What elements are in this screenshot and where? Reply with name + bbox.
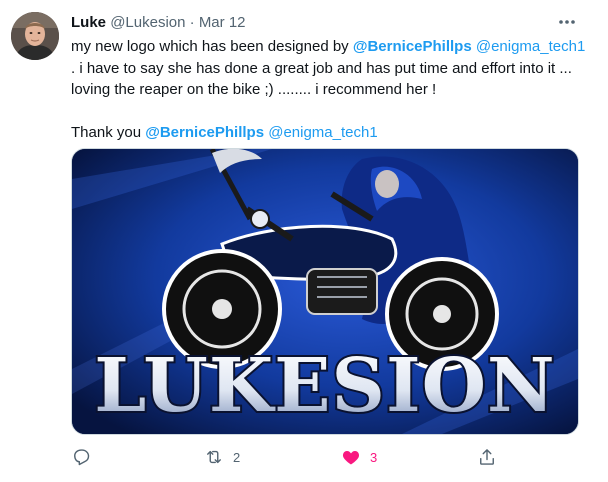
reply-button[interactable] <box>71 444 100 470</box>
author-handle[interactable]: @Lukesion <box>110 14 185 31</box>
tweet-media-image[interactable]: LUKESION <box>71 148 579 435</box>
tweet-text-line-1: my new logo which has been designed by @… <box>71 36 591 58</box>
like-icon <box>342 451 360 465</box>
reply-icon <box>74 449 90 466</box>
author-name[interactable]: Luke <box>71 14 106 31</box>
like-button[interactable]: 3 <box>341 444 377 470</box>
tweet-text: my new logo which has been designed by @… <box>71 36 591 144</box>
logo-text: LUKESION <box>94 343 555 429</box>
retweet-count: 2 <box>233 449 241 465</box>
separator-dot: · <box>189 14 195 31</box>
mention-link[interactable]: @BernicePhillps <box>353 38 472 55</box>
retweet-button[interactable]: 2 <box>204 444 240 470</box>
tweet-text-line-5: Thank you @BernicePhillps @enigma_tech1 <box>71 122 591 144</box>
tweet-actions: 2 3 <box>71 444 501 470</box>
text-segment: Thank you <box>71 124 146 141</box>
tweet[interactable]: Luke @Lukesion · Mar 12 my new logo whic… <box>0 0 608 482</box>
tweet-text-line-2: . i have to say she has done a great job… <box>71 59 572 77</box>
mention-link[interactable]: @enigma_tech1 <box>476 38 585 55</box>
share-icon <box>480 449 494 465</box>
avatar[interactable] <box>11 12 59 60</box>
mention-link[interactable]: @enigma_tech1 <box>268 124 377 141</box>
tweet-text-line-3: loving the reaper on the bike ;) .......… <box>71 81 437 98</box>
share-button[interactable] <box>477 444 497 470</box>
avatar-image <box>11 12 59 60</box>
mention-link[interactable]: @BernicePhillps <box>145 124 264 141</box>
tweet-date[interactable]: Mar 12 <box>199 14 246 31</box>
retweet-icon <box>207 450 221 464</box>
text-segment: my new logo which has been designed by <box>71 38 353 55</box>
like-count: 3 <box>370 449 378 465</box>
tweet-header: Luke @Lukesion · Mar 12 <box>71 13 246 33</box>
more-button[interactable] <box>552 12 582 34</box>
more-icon <box>559 20 575 24</box>
lukesion-logo-image: LUKESION <box>72 149 578 434</box>
